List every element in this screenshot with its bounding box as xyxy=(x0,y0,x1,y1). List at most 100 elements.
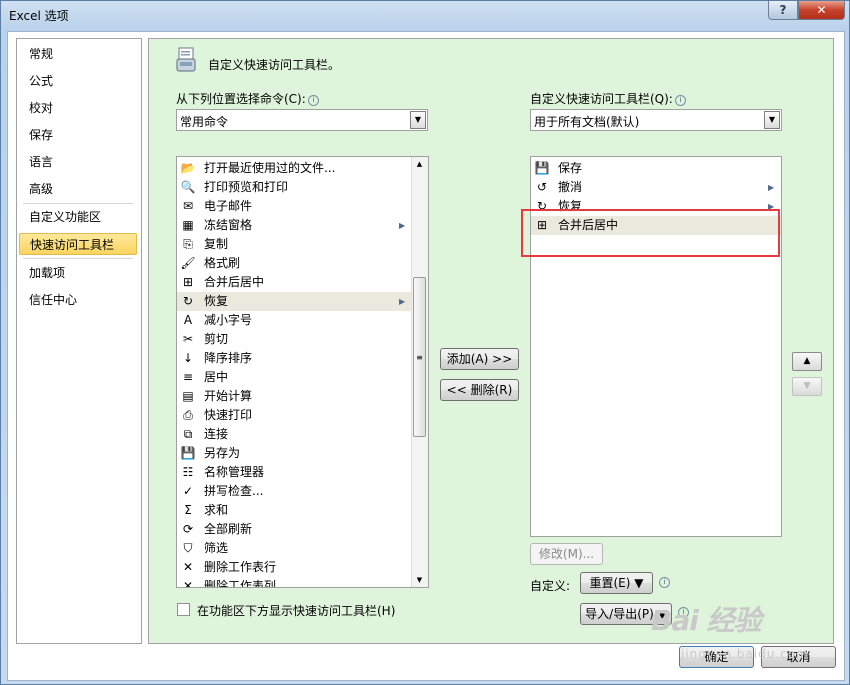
list-item[interactable]: ✕ 删除工作表行 xyxy=(177,558,411,577)
cancel-button[interactable]: 取消 xyxy=(761,646,836,668)
decrease-font-icon: A xyxy=(183,313,193,327)
reset-button[interactable]: 重置(E) ▼ xyxy=(580,572,653,594)
show-below-ribbon-label: 在功能区下方显示快速访问工具栏(H) xyxy=(197,604,396,618)
sidebar-item-1[interactable]: 公式 xyxy=(19,70,137,92)
list-item-label: 快速打印 xyxy=(204,408,253,422)
show-below-ribbon-checkbox[interactable] xyxy=(177,603,190,616)
list-item[interactable]: 🔍 打印预览和打印 xyxy=(177,178,411,197)
list-item[interactable]: ⎙ 快速打印 xyxy=(177,406,411,425)
window-title: Excel 选项 xyxy=(9,9,69,23)
chevron-down-icon[interactable]: ▼ xyxy=(764,111,780,129)
list-item[interactable]: ↺ 撤消 ▶ xyxy=(531,178,781,197)
list-item[interactable]: 💾 保存 xyxy=(531,159,781,178)
list-item[interactable]: ✂ 剪切 xyxy=(177,330,411,349)
filter-icon: ⛉ xyxy=(183,541,193,555)
add-button[interactable]: 添加(A) >> xyxy=(440,348,519,370)
list-item-label: 电子邮件 xyxy=(204,199,253,213)
sidebar-item-4[interactable]: 语言 xyxy=(19,151,137,173)
title-bar: Excel 选项 ? ✕ xyxy=(1,1,849,29)
list-item[interactable]: ▤ 开始计算 xyxy=(177,387,411,406)
help-icon: ? xyxy=(779,3,787,17)
list-item[interactable]: ✉ 电子邮件 xyxy=(177,197,411,216)
choose-commands-dropdown[interactable]: 常用命令 ▼ xyxy=(176,109,428,131)
list-item[interactable]: ↓ 降序排序 xyxy=(177,349,411,368)
import-export-button[interactable]: 导入/导出(P) ▼ xyxy=(580,603,672,625)
list-item[interactable]: ✓ 拼写检查... xyxy=(177,482,411,501)
arrow-down-icon: ▼ xyxy=(803,381,811,391)
ok-button[interactable]: 确定 xyxy=(679,646,754,668)
sidebar-item-2[interactable]: 校对 xyxy=(19,97,137,119)
list-item[interactable]: 💾 另存为 xyxy=(177,444,411,463)
list-item[interactable]: ⟳ 全部刷新 xyxy=(177,520,411,539)
scroll-down-icon[interactable]: ▼ xyxy=(413,573,426,587)
cut-icon: ✂ xyxy=(182,332,194,346)
sidebar-item-3[interactable]: 保存 xyxy=(19,124,137,146)
options-nav: 常规公式校对保存语言高级自定义功能区 快速访问工具栏 加载项信任中心 xyxy=(16,38,142,644)
center-icon: ≡ xyxy=(182,370,194,384)
list-item[interactable]: 🖌 格式刷 xyxy=(177,254,411,273)
customize-qat-text: 自定义快速访问工具栏(Q): xyxy=(530,92,673,106)
qat-scope-dropdown[interactable]: 用于所有文档(默认) ▼ xyxy=(530,109,782,131)
remove-button[interactable]: << 删除(R) xyxy=(440,379,519,401)
quick-print-icon: ⎙ xyxy=(183,408,193,422)
list-item[interactable]: A 减小字号 xyxy=(177,311,411,330)
submenu-arrow-icon: ▶ xyxy=(399,221,406,230)
move-up-button[interactable]: ▲ xyxy=(792,352,822,371)
modify-button[interactable]: 修改(M)... xyxy=(530,543,603,565)
email-icon: ✉ xyxy=(182,199,194,213)
page-title: 自定义快速访问工具栏。 xyxy=(208,58,341,72)
list-item-label: 开始计算 xyxy=(204,389,253,403)
nav-divider xyxy=(23,258,133,259)
chevron-down-icon[interactable]: ▼ xyxy=(410,111,426,129)
list-item[interactable]: ✕ 删除工作表列 xyxy=(177,577,411,587)
sidebar-item-8[interactable]: 加载项 xyxy=(19,262,137,284)
sidebar-item-7[interactable]: 快速访问工具栏 xyxy=(19,233,137,255)
name-manager-icon: ☷ xyxy=(182,465,194,479)
copy-icon: ⎘ xyxy=(183,237,193,251)
calculate-icon: ▤ xyxy=(182,389,194,403)
sidebar-item-5[interactable]: 高级 xyxy=(19,178,137,200)
scrollbar-thumb[interactable]: ≡ xyxy=(413,277,426,437)
list-item[interactable]: ⛉ 筛选 xyxy=(177,539,411,558)
list-item-label: 撤消 xyxy=(558,180,583,194)
connections-icon: ⧉ xyxy=(183,427,193,441)
highlight-annotation xyxy=(521,209,780,257)
submenu-arrow-icon: ▶ xyxy=(768,183,775,192)
list-item[interactable]: ⧉ 连接 xyxy=(177,425,411,444)
list-item-label: 恢复 xyxy=(204,294,229,308)
list-item[interactable]: ▦ 冻结窗格 ▶ xyxy=(177,216,411,235)
list-item-label: 删除工作表行 xyxy=(204,560,277,574)
close-icon: ✕ xyxy=(816,3,827,17)
commands-list[interactable]: ▲ ≡ ▼ 📂 打开最近使用过的文件... 🔍 打印预览和打印 ✉ 电子邮件 ▦ 冻结窗格 ▶ ⎘… xyxy=(176,156,429,588)
spelling-icon: ✓ xyxy=(182,484,194,498)
list-item-label: 格式刷 xyxy=(204,256,241,270)
list-item[interactable]: ⎘ 复制 xyxy=(177,235,411,254)
close-button[interactable]: ✕ xyxy=(798,1,845,20)
customize-label: 自定义: xyxy=(530,579,571,593)
scrollbar[interactable]: ▲ ≡ ▼ xyxy=(411,157,428,587)
list-item[interactable]: ☷ 名称管理器 xyxy=(177,463,411,482)
undo-icon: ↺ xyxy=(536,180,548,194)
sidebar-item-6[interactable]: 自定义功能区 xyxy=(19,206,137,228)
help-button[interactable]: ? xyxy=(768,1,798,20)
list-item-label: 复制 xyxy=(204,237,229,251)
list-item[interactable]: ⊞ 合并后居中 xyxy=(177,273,411,292)
scroll-up-icon[interactable]: ▲ xyxy=(413,157,426,171)
merge-center-icon: ⊞ xyxy=(182,275,194,289)
list-item[interactable]: ↻ 恢复 ▶ xyxy=(177,292,411,311)
list-item-label: 剪切 xyxy=(204,332,229,346)
list-item[interactable]: 📂 打开最近使用过的文件... xyxy=(177,159,411,178)
list-item[interactable]: Σ 求和 xyxy=(177,501,411,520)
excel-options-dialog: Excel 选项 ? ✕ 常规公式校对保存语言高级自定义功能区 快速访问工具栏 加载… xyxy=(0,0,850,685)
format-painter-icon: 🖌 xyxy=(180,256,196,270)
list-item-label: 求和 xyxy=(204,503,229,517)
sidebar-item-9[interactable]: 信任中心 xyxy=(19,289,137,311)
move-down-button[interactable]: ▼ xyxy=(792,377,822,396)
nav-divider xyxy=(23,203,133,204)
print-preview-icon: 🔍 xyxy=(180,180,196,194)
list-item[interactable]: ≡ 居中 xyxy=(177,368,411,387)
list-item-label: 冻结窗格 xyxy=(204,218,253,232)
customize-qat-label: 自定义快速访问工具栏(Q): i xyxy=(530,90,686,107)
sidebar-item-0[interactable]: 常规 xyxy=(19,43,137,65)
qat-scope-value: 用于所有文档(默认) xyxy=(534,115,640,129)
